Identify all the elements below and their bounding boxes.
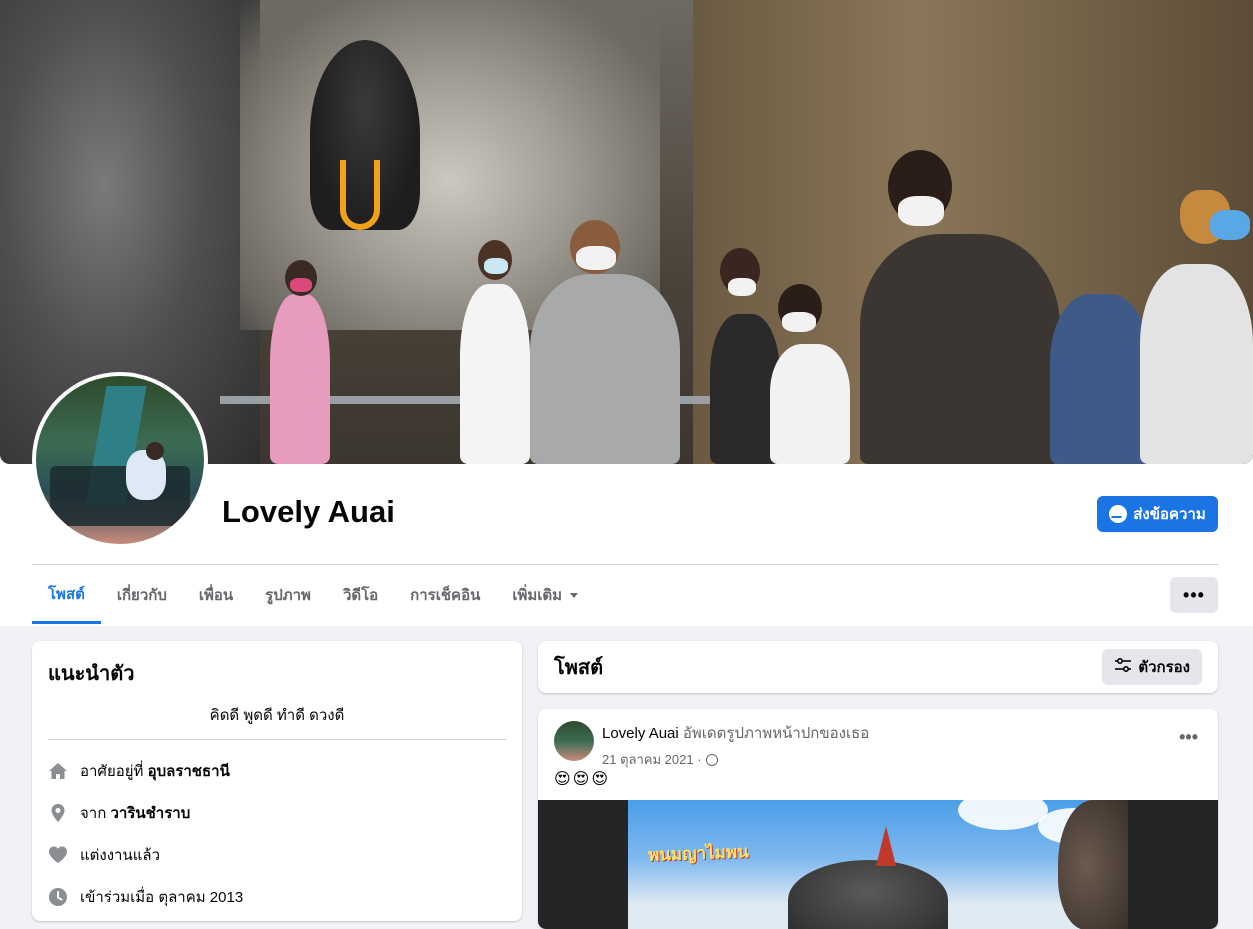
header-divider	[32, 564, 1218, 565]
posts-title: โพสต์	[554, 657, 604, 679]
cover-crowd	[230, 150, 1253, 464]
lives-prefix: อาศัยอยู่ที่	[80, 763, 144, 780]
info-lives-in: อาศัยอยู่ที่ อุบลราชธานี	[48, 750, 506, 792]
filter-label: ตัวกรอง	[1138, 659, 1190, 676]
clock-icon	[48, 887, 68, 907]
tab-friends[interactable]: เพื่อน	[183, 566, 249, 624]
intro-bio: คิดดี พูดดี ทำดี ดวงดี	[48, 703, 506, 740]
profile-tabs: โพสต์ เกี่ยวกับ เพื่อน รูปภาพ วิดีโอ การ…	[32, 566, 594, 626]
profile-name: Lovely Auai	[222, 494, 395, 529]
cover-photo[interactable]	[0, 0, 1253, 464]
post-date[interactable]: 21 ตุลาคม 2021 ·	[602, 749, 702, 770]
profile-picture-image	[36, 376, 204, 544]
post-author-avatar[interactable]	[554, 721, 594, 761]
more-options-button[interactable]: •••	[1170, 577, 1218, 613]
profile-picture[interactable]	[32, 372, 208, 548]
post-emojis: 😍😍😍	[554, 771, 611, 788]
tab-videos[interactable]: วิดีโอ	[327, 566, 394, 624]
heart-icon	[48, 845, 68, 865]
post-author-name[interactable]: Lovely Auai	[602, 725, 679, 742]
relationship-status: แต่งงานแล้ว	[80, 847, 161, 864]
filter-button[interactable]: ตัวกรอง	[1102, 649, 1202, 685]
info-relationship: แต่งงานแล้ว	[48, 834, 506, 876]
post-image[interactable]: พนมญาไมพน	[538, 800, 1218, 929]
filter-sliders-icon	[1114, 657, 1132, 677]
post-meta: 21 ตุลาคม 2021 ·	[602, 749, 869, 770]
send-message-label: ส่งข้อความ	[1133, 506, 1206, 523]
post-options-button[interactable]: •••	[1179, 727, 1198, 748]
from-value[interactable]: วารินชำราบ	[110, 801, 190, 825]
caret-down-icon	[570, 592, 579, 598]
tab-more[interactable]: เพิ่มเติม	[496, 566, 594, 624]
messenger-icon	[1109, 505, 1128, 523]
tab-about[interactable]: เกี่ยวกับ	[101, 566, 183, 624]
tab-more-label: เพิ่มเติม	[512, 587, 563, 604]
intro-title: แนะนำตัว	[48, 663, 135, 685]
profile-header: Lovely Auai ส่งข้อความ โพสต์ เกี่ยวกับ เ…	[0, 0, 1253, 626]
info-from: จาก วารินชำราบ	[48, 792, 506, 834]
lives-value[interactable]: อุบลราชธานี	[148, 759, 230, 783]
post-action-text: อัพเดตรูปภาพหน้าปกของเธอ	[682, 725, 870, 742]
tab-checkins[interactable]: การเช็คอิน	[394, 566, 496, 624]
tab-photos[interactable]: รูปภาพ	[249, 566, 327, 624]
post-header: Lovely Auai อัพเดตรูปภาพหน้าปกของเธอ 21 …	[554, 721, 869, 770]
post-image-photo: พนมญาไมพน	[628, 800, 1128, 929]
location-pin-icon	[48, 803, 68, 823]
joined-date: เข้าร่วมเมื่อ ตุลาคม 2013	[80, 889, 244, 906]
home-icon	[48, 761, 68, 781]
post-title-line: Lovely Auai อัพเดตรูปภาพหน้าปกของเธอ	[602, 721, 869, 745]
post-image-sign: พนมญาไมพน	[647, 842, 749, 865]
posts-header-card: โพสต์ ตัวกรอง	[538, 641, 1218, 693]
intro-card: แนะนำตัว คิดดี พูดดี ทำดี ดวงดี อาศัยอยู…	[32, 641, 522, 921]
tab-posts[interactable]: โพสต์	[32, 566, 101, 624]
globe-icon	[705, 753, 718, 766]
post-card: Lovely Auai อัพเดตรูปภาพหน้าปกของเธอ 21 …	[538, 709, 1218, 929]
from-prefix: จาก	[80, 805, 107, 822]
info-joined: เข้าร่วมเมื่อ ตุลาคม 2013	[48, 876, 506, 918]
send-message-button[interactable]: ส่งข้อความ	[1097, 496, 1218, 532]
